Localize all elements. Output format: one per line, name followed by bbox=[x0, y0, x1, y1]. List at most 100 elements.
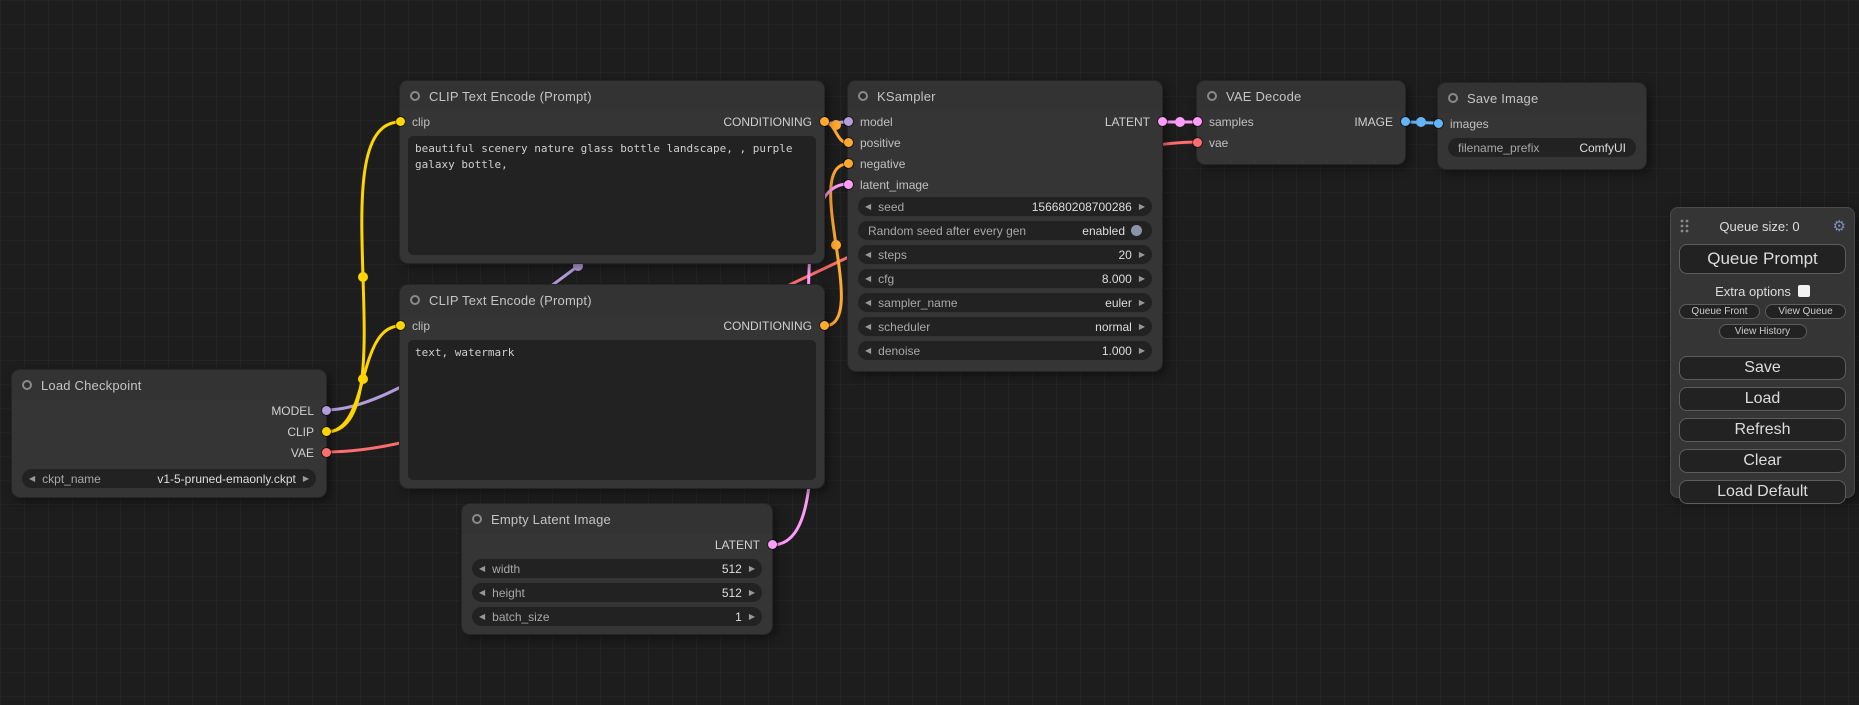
decrement-arrow-icon[interactable]: ◀ bbox=[865, 275, 871, 283]
collapse-dot[interactable] bbox=[1448, 93, 1458, 103]
drag-handle-icon[interactable] bbox=[1679, 218, 1691, 234]
cfg-widget[interactable]: ◀ cfg 8.000 ▶ bbox=[858, 269, 1152, 288]
node-title: CLIP Text Encode (Prompt) bbox=[429, 293, 592, 308]
output-slot-latent[interactable] bbox=[1158, 117, 1167, 126]
prompt-textarea[interactable]: text, watermark bbox=[408, 340, 816, 480]
queue-front-button[interactable]: Queue Front bbox=[1679, 304, 1760, 319]
widget-value: 512 bbox=[722, 562, 742, 576]
settings-gear-icon[interactable]: ⚙ bbox=[1828, 219, 1846, 234]
slot-row: samples IMAGE bbox=[1197, 111, 1405, 132]
decrement-arrow-icon[interactable]: ◀ bbox=[865, 251, 871, 259]
link-dot-image bbox=[1416, 117, 1426, 127]
collapse-dot[interactable] bbox=[410, 295, 420, 305]
output-slot-conditioning[interactable] bbox=[820, 321, 829, 330]
input-slot-clip[interactable] bbox=[396, 321, 405, 330]
node-vae-decode[interactable]: VAE Decode samples IMAGE vae bbox=[1197, 81, 1405, 164]
collapse-dot[interactable] bbox=[22, 380, 32, 390]
ckpt-name-widget[interactable]: ◀ ckpt_name v1-5-pruned-emaonly.ckpt ▶ bbox=[22, 469, 316, 488]
node-title-bar[interactable]: Save Image bbox=[1438, 83, 1646, 113]
node-load-checkpoint[interactable]: Load Checkpoint MODEL CLIP VAE ◀ ckpt_na… bbox=[12, 370, 326, 497]
decrement-arrow-icon[interactable]: ◀ bbox=[865, 299, 871, 307]
collapse-dot[interactable] bbox=[410, 91, 420, 101]
increment-arrow-icon[interactable]: ▶ bbox=[749, 613, 755, 621]
decrement-arrow-icon[interactable]: ◀ bbox=[865, 203, 871, 211]
decrement-arrow-icon[interactable]: ◀ bbox=[479, 589, 485, 597]
steps-widget[interactable]: ◀ steps 20 ▶ bbox=[858, 245, 1152, 264]
width-widget[interactable]: ◀ width 512 ▶ bbox=[472, 559, 762, 578]
increment-arrow-icon[interactable]: ▶ bbox=[1139, 299, 1145, 307]
input-slot-model[interactable] bbox=[844, 117, 853, 126]
increment-arrow-icon[interactable]: ▶ bbox=[1139, 347, 1145, 355]
clear-button[interactable]: Clear bbox=[1679, 449, 1846, 473]
decrement-arrow-icon[interactable]: ◀ bbox=[479, 565, 485, 573]
input-slot-images[interactable] bbox=[1434, 119, 1443, 128]
node-title: Empty Latent Image bbox=[491, 512, 611, 527]
node-title: KSampler bbox=[877, 89, 936, 104]
increment-arrow-icon[interactable]: ▶ bbox=[1139, 323, 1145, 331]
node-title-bar[interactable]: CLIP Text Encode (Prompt) bbox=[400, 81, 824, 111]
output-slot-vae[interactable] bbox=[322, 448, 331, 457]
output-slot-clip[interactable] bbox=[322, 427, 331, 436]
output-slot-conditioning[interactable] bbox=[820, 117, 829, 126]
scheduler-widget[interactable]: ◀ scheduler normal ▶ bbox=[858, 317, 1152, 336]
node-empty-latent-image[interactable]: Empty Latent Image LATENT ◀ width 512 ▶ … bbox=[462, 504, 772, 634]
input-slot-negative[interactable] bbox=[844, 159, 853, 168]
view-history-button[interactable]: View History bbox=[1719, 324, 1807, 339]
node-title-bar[interactable]: KSampler bbox=[848, 81, 1162, 111]
input-slot-clip[interactable] bbox=[396, 117, 405, 126]
view-queue-button[interactable]: View Queue bbox=[1765, 304, 1846, 319]
widget-label: height bbox=[492, 586, 525, 600]
save-button[interactable]: Save bbox=[1679, 356, 1846, 380]
decrement-arrow-icon[interactable]: ◀ bbox=[865, 323, 871, 331]
output-slot-image[interactable] bbox=[1401, 117, 1410, 126]
collapse-dot[interactable] bbox=[472, 514, 482, 524]
increment-arrow-icon[interactable]: ▶ bbox=[1139, 275, 1145, 283]
input-slot-samples[interactable] bbox=[1193, 117, 1202, 126]
height-widget[interactable]: ◀ height 512 ▶ bbox=[472, 583, 762, 602]
prompt-textarea[interactable]: beautiful scenery nature glass bottle la… bbox=[408, 136, 816, 255]
load-button[interactable]: Load bbox=[1679, 387, 1846, 411]
filename-prefix-widget[interactable]: filename_prefix ComfyUI bbox=[1448, 138, 1636, 157]
node-title-bar[interactable]: Empty Latent Image bbox=[462, 504, 772, 534]
node-clip-text-encode-positive[interactable]: CLIP Text Encode (Prompt) clip CONDITION… bbox=[400, 81, 824, 263]
slot-row: positive bbox=[848, 132, 1162, 153]
output-slot-latent[interactable] bbox=[768, 540, 777, 549]
input-slot-latent-image[interactable] bbox=[844, 180, 853, 189]
decrement-arrow-icon[interactable]: ◀ bbox=[865, 347, 871, 355]
refresh-button[interactable]: Refresh bbox=[1679, 418, 1846, 442]
increment-arrow-icon[interactable]: ▶ bbox=[1139, 203, 1145, 211]
increment-arrow-icon[interactable]: ▶ bbox=[303, 475, 309, 483]
load-default-button[interactable]: Load Default bbox=[1679, 480, 1846, 504]
collapse-dot[interactable] bbox=[1207, 91, 1217, 101]
input-label-negative: negative bbox=[860, 157, 905, 171]
extra-options-checkbox[interactable] bbox=[1798, 285, 1810, 297]
sampler-name-widget[interactable]: ◀ sampler_name euler ▶ bbox=[858, 293, 1152, 312]
decrement-arrow-icon[interactable]: ◀ bbox=[479, 613, 485, 621]
output-slot-model[interactable] bbox=[322, 406, 331, 415]
increment-arrow-icon[interactable]: ▶ bbox=[749, 565, 755, 573]
queue-prompt-button[interactable]: Queue Prompt bbox=[1679, 244, 1846, 274]
queue-panel-header: Queue size: 0 ⚙ bbox=[1679, 214, 1846, 238]
widget-label: scheduler bbox=[878, 320, 930, 334]
node-save-image[interactable]: Save Image images filename_prefix ComfyU… bbox=[1438, 83, 1646, 169]
extra-options-row: Extra options bbox=[1679, 283, 1846, 299]
widget-value: enabled bbox=[1082, 224, 1125, 238]
node-ksampler[interactable]: KSampler model LATENT positive negative … bbox=[848, 81, 1162, 371]
toggle-dot-icon[interactable] bbox=[1131, 225, 1142, 236]
batch-size-widget[interactable]: ◀ batch_size 1 ▶ bbox=[472, 607, 762, 626]
graph-canvas[interactable]: Load Checkpoint MODEL CLIP VAE ◀ ckpt_na… bbox=[0, 0, 1859, 705]
denoise-widget[interactable]: ◀ denoise 1.000 ▶ bbox=[858, 341, 1152, 360]
seed-widget[interactable]: ◀ seed 156680208700286 ▶ bbox=[858, 197, 1152, 216]
output-label-latent: LATENT bbox=[715, 538, 760, 552]
node-title-bar[interactable]: VAE Decode bbox=[1197, 81, 1405, 111]
node-title-bar[interactable]: Load Checkpoint bbox=[12, 370, 326, 400]
node-clip-text-encode-negative[interactable]: CLIP Text Encode (Prompt) clip CONDITION… bbox=[400, 285, 824, 488]
input-slot-positive[interactable] bbox=[844, 138, 853, 147]
node-title-bar[interactable]: CLIP Text Encode (Prompt) bbox=[400, 285, 824, 315]
collapse-dot[interactable] bbox=[858, 91, 868, 101]
random-seed-widget[interactable]: Random seed after every gen enabled bbox=[858, 221, 1152, 240]
increment-arrow-icon[interactable]: ▶ bbox=[1139, 251, 1145, 259]
increment-arrow-icon[interactable]: ▶ bbox=[749, 589, 755, 597]
decrement-arrow-icon[interactable]: ◀ bbox=[29, 475, 35, 483]
input-slot-vae[interactable] bbox=[1193, 138, 1202, 147]
